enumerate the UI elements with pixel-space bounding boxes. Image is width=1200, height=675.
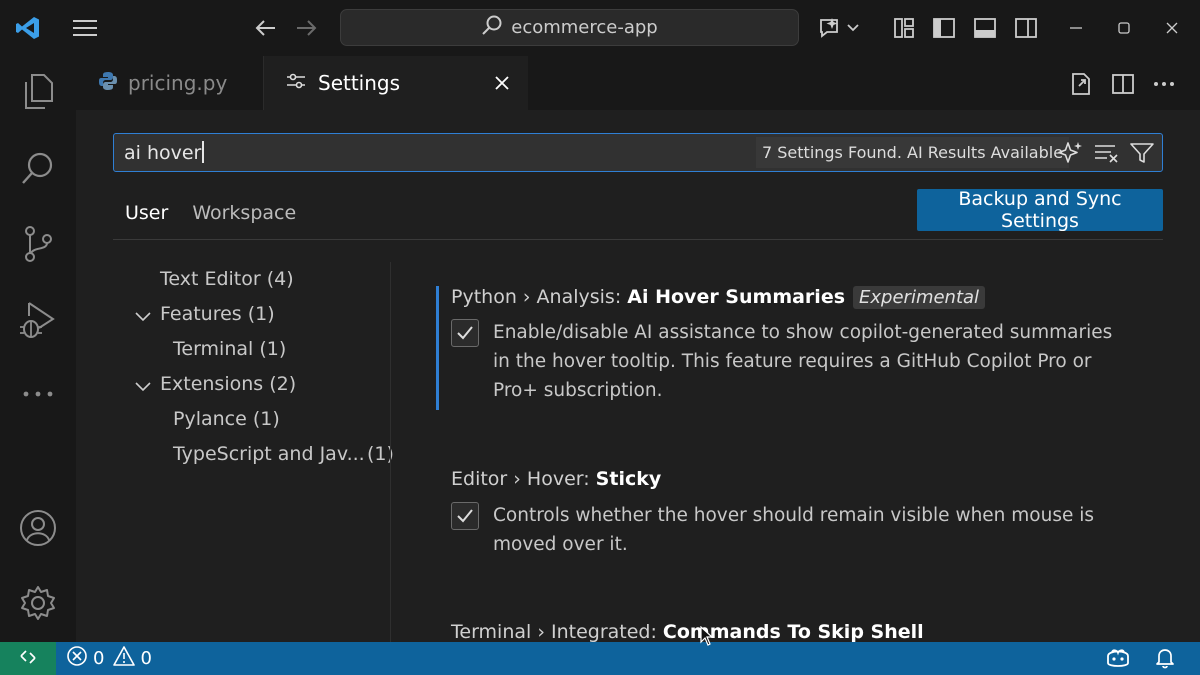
maximize-icon[interactable] [1110,14,1138,42]
toggle-secondary-sidebar-icon[interactable] [1012,14,1040,42]
setting-checkbox[interactable] [451,502,479,530]
ai-sparkle-icon[interactable] [1058,140,1084,170]
tab-pricing-py[interactable]: pricing.py [76,56,264,110]
tab-workspace[interactable]: Workspace [180,196,308,240]
clear-filter-icon[interactable] [1094,142,1120,168]
tab-user[interactable]: User [113,196,181,240]
filter-icon[interactable] [1130,142,1154,168]
setting-name: Sticky [595,468,662,490]
back-arrow-icon[interactable] [251,14,279,42]
setting-description: Controls whether the hover should remain… [493,505,1095,555]
setting-prefix: Python › Analysis: [451,286,628,308]
accounts-icon[interactable] [14,504,62,552]
search-value-wrap: ai hover [124,141,204,164]
search-result-count: 7 Settings Found. AI Results Available [756,137,1070,168]
setting-prefix: Terminal › Integrated: [451,621,663,642]
menu-icon[interactable] [71,14,99,42]
search-view-icon[interactable] [14,144,62,192]
source-control-icon[interactable] [14,220,62,268]
chevron-down-icon[interactable] [133,306,153,326]
close-icon[interactable] [490,71,514,95]
tab-settings[interactable]: Settings [264,56,528,110]
focus-indicator [436,286,439,410]
setting-title: Python › Analysis: Ai Hover Summaries Exp… [451,286,986,309]
copilot-chat-icon[interactable] [818,14,864,42]
setting-name: Ai Hover Summaries [627,286,846,308]
toc-terminal[interactable]: Terminal (1) [173,338,286,360]
warning-icon [113,645,136,672]
toc-divider [390,262,391,642]
error-icon [66,645,88,672]
toc-pylance[interactable]: Pylance (1) [173,408,280,430]
warning-count: 0 [140,648,152,669]
toc-text-editor[interactable]: Text Editor (4) [160,268,294,290]
remote-icon [18,647,38,671]
settings-sliders-icon [286,71,306,95]
mouse-cursor-icon [700,625,714,650]
minimize-icon[interactable] [1062,14,1090,42]
more-actions-icon[interactable] [1152,70,1176,98]
bell-icon[interactable] [1154,647,1176,673]
remote-indicator[interactable] [0,642,56,675]
text-caret [202,141,204,163]
scope-divider [113,239,1163,240]
tab-label: Settings [318,71,401,95]
chevron-down-icon[interactable] [133,376,153,396]
setting-commands-to-skip-shell: Terminal › Integrated: Commands To Skip … [436,620,1156,642]
copilot-icon[interactable] [1105,647,1131,673]
python-file-icon [98,71,118,96]
status-bar: 0 0 [0,642,1200,675]
close-window-icon[interactable] [1158,14,1186,42]
command-center-label: ecommerce-app [511,17,658,38]
search-icon [481,14,503,41]
vscode-logo-icon [14,14,42,42]
experimental-tag: Experimental [853,286,986,309]
explorer-icon[interactable] [14,68,62,116]
tab-label: pricing.py [128,71,228,95]
editor-tab-bar: pricing.py Settings [76,56,1200,110]
run-debug-icon[interactable] [14,296,62,344]
settings-search-input[interactable]: ai hover 7 Settings Found. AI Results Av… [113,133,1163,172]
title-bar: ecommerce-app [0,0,1200,56]
setting-checkbox[interactable] [451,319,479,347]
activity-bar [0,56,76,642]
setting-title: Terminal › Integrated: Commands To Skip … [451,621,924,642]
gear-icon[interactable] [14,579,62,627]
error-count: 0 [93,648,105,669]
open-settings-json-icon[interactable] [1068,70,1094,98]
setting-title: Editor › Hover: Sticky [451,468,661,490]
setting-description: Enable/disable AI assistance to show cop… [493,322,1113,401]
settings-scope-tabs: User Workspace [113,196,308,240]
toc-extensions[interactable]: Extensions (2) [160,373,296,395]
setting-ai-hover-summaries: Python › Analysis: Ai Hover Summaries Exp… [436,284,1156,410]
search-value: ai hover [124,142,202,164]
toggle-primary-sidebar-icon[interactable] [930,14,958,42]
toc-typescript[interactable]: TypeScript and Jav... [173,443,365,465]
backup-sync-button[interactable]: Backup and Sync Settings [917,188,1163,232]
toggle-panel-icon[interactable] [971,14,999,42]
search-tools [1058,140,1154,170]
more-icon[interactable] [14,370,62,418]
split-editor-icon[interactable] [1111,70,1135,98]
customize-layout-icon[interactable] [890,14,918,42]
setting-prefix: Editor › Hover: [451,468,596,490]
command-center[interactable]: ecommerce-app [340,9,799,46]
toc-features[interactable]: Features (1) [160,303,275,325]
setting-hover-sticky: Editor › Hover: Sticky Controls whether … [436,466,1156,566]
forward-arrow-icon[interactable] [293,14,321,42]
problems-indicator[interactable]: 0 0 [66,642,152,675]
